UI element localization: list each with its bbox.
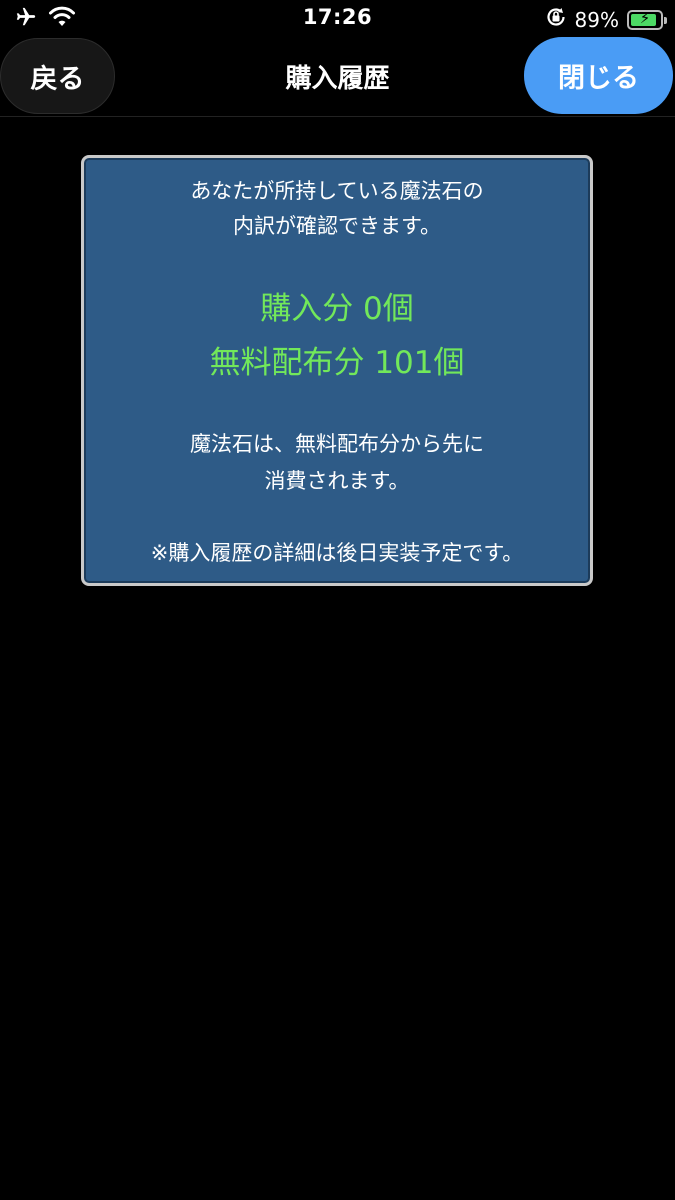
battery-charging-icon: ⚡ xyxy=(627,8,667,30)
footnote: ※購入履歴の詳細は後日実装予定です。 xyxy=(150,541,524,565)
battery-percent: 89% xyxy=(574,7,619,32)
charging-bolt-icon: ⚡ xyxy=(639,8,651,27)
magic-stone-info-panel: あなたが所持している魔法石の 内訳が確認できます。 購入分 0個 無料配布分 1… xyxy=(81,155,593,586)
intro-line-2: 内訳が確認できます。 xyxy=(233,214,441,238)
stone-counts: 購入分 0個 無料配布分 101個 xyxy=(84,282,590,390)
consumption-note: 魔法石は、無料配布分から先に 消費されます。 xyxy=(84,426,590,500)
orientation-lock-icon xyxy=(545,6,567,33)
intro-text: あなたが所持している魔法石の 内訳が確認できます。 xyxy=(84,174,590,244)
close-button[interactable]: 閉じる xyxy=(524,37,673,114)
navigation-bar: 戻る 購入履歴 閉じる xyxy=(0,36,675,117)
purchased-count: 購入分 0個 xyxy=(260,291,414,327)
free-count: 無料配布分 101個 xyxy=(209,345,465,381)
status-bar: 17:26 89% ⚡ xyxy=(0,0,675,36)
intro-line-1: あなたが所持している魔法石の xyxy=(190,179,484,203)
status-right: 89% ⚡ xyxy=(545,6,667,33)
note-line-1: 魔法石は、無料配布分から先に xyxy=(190,432,484,456)
note-line-2: 消費されます。 xyxy=(264,469,410,493)
battery-cap xyxy=(664,16,667,24)
